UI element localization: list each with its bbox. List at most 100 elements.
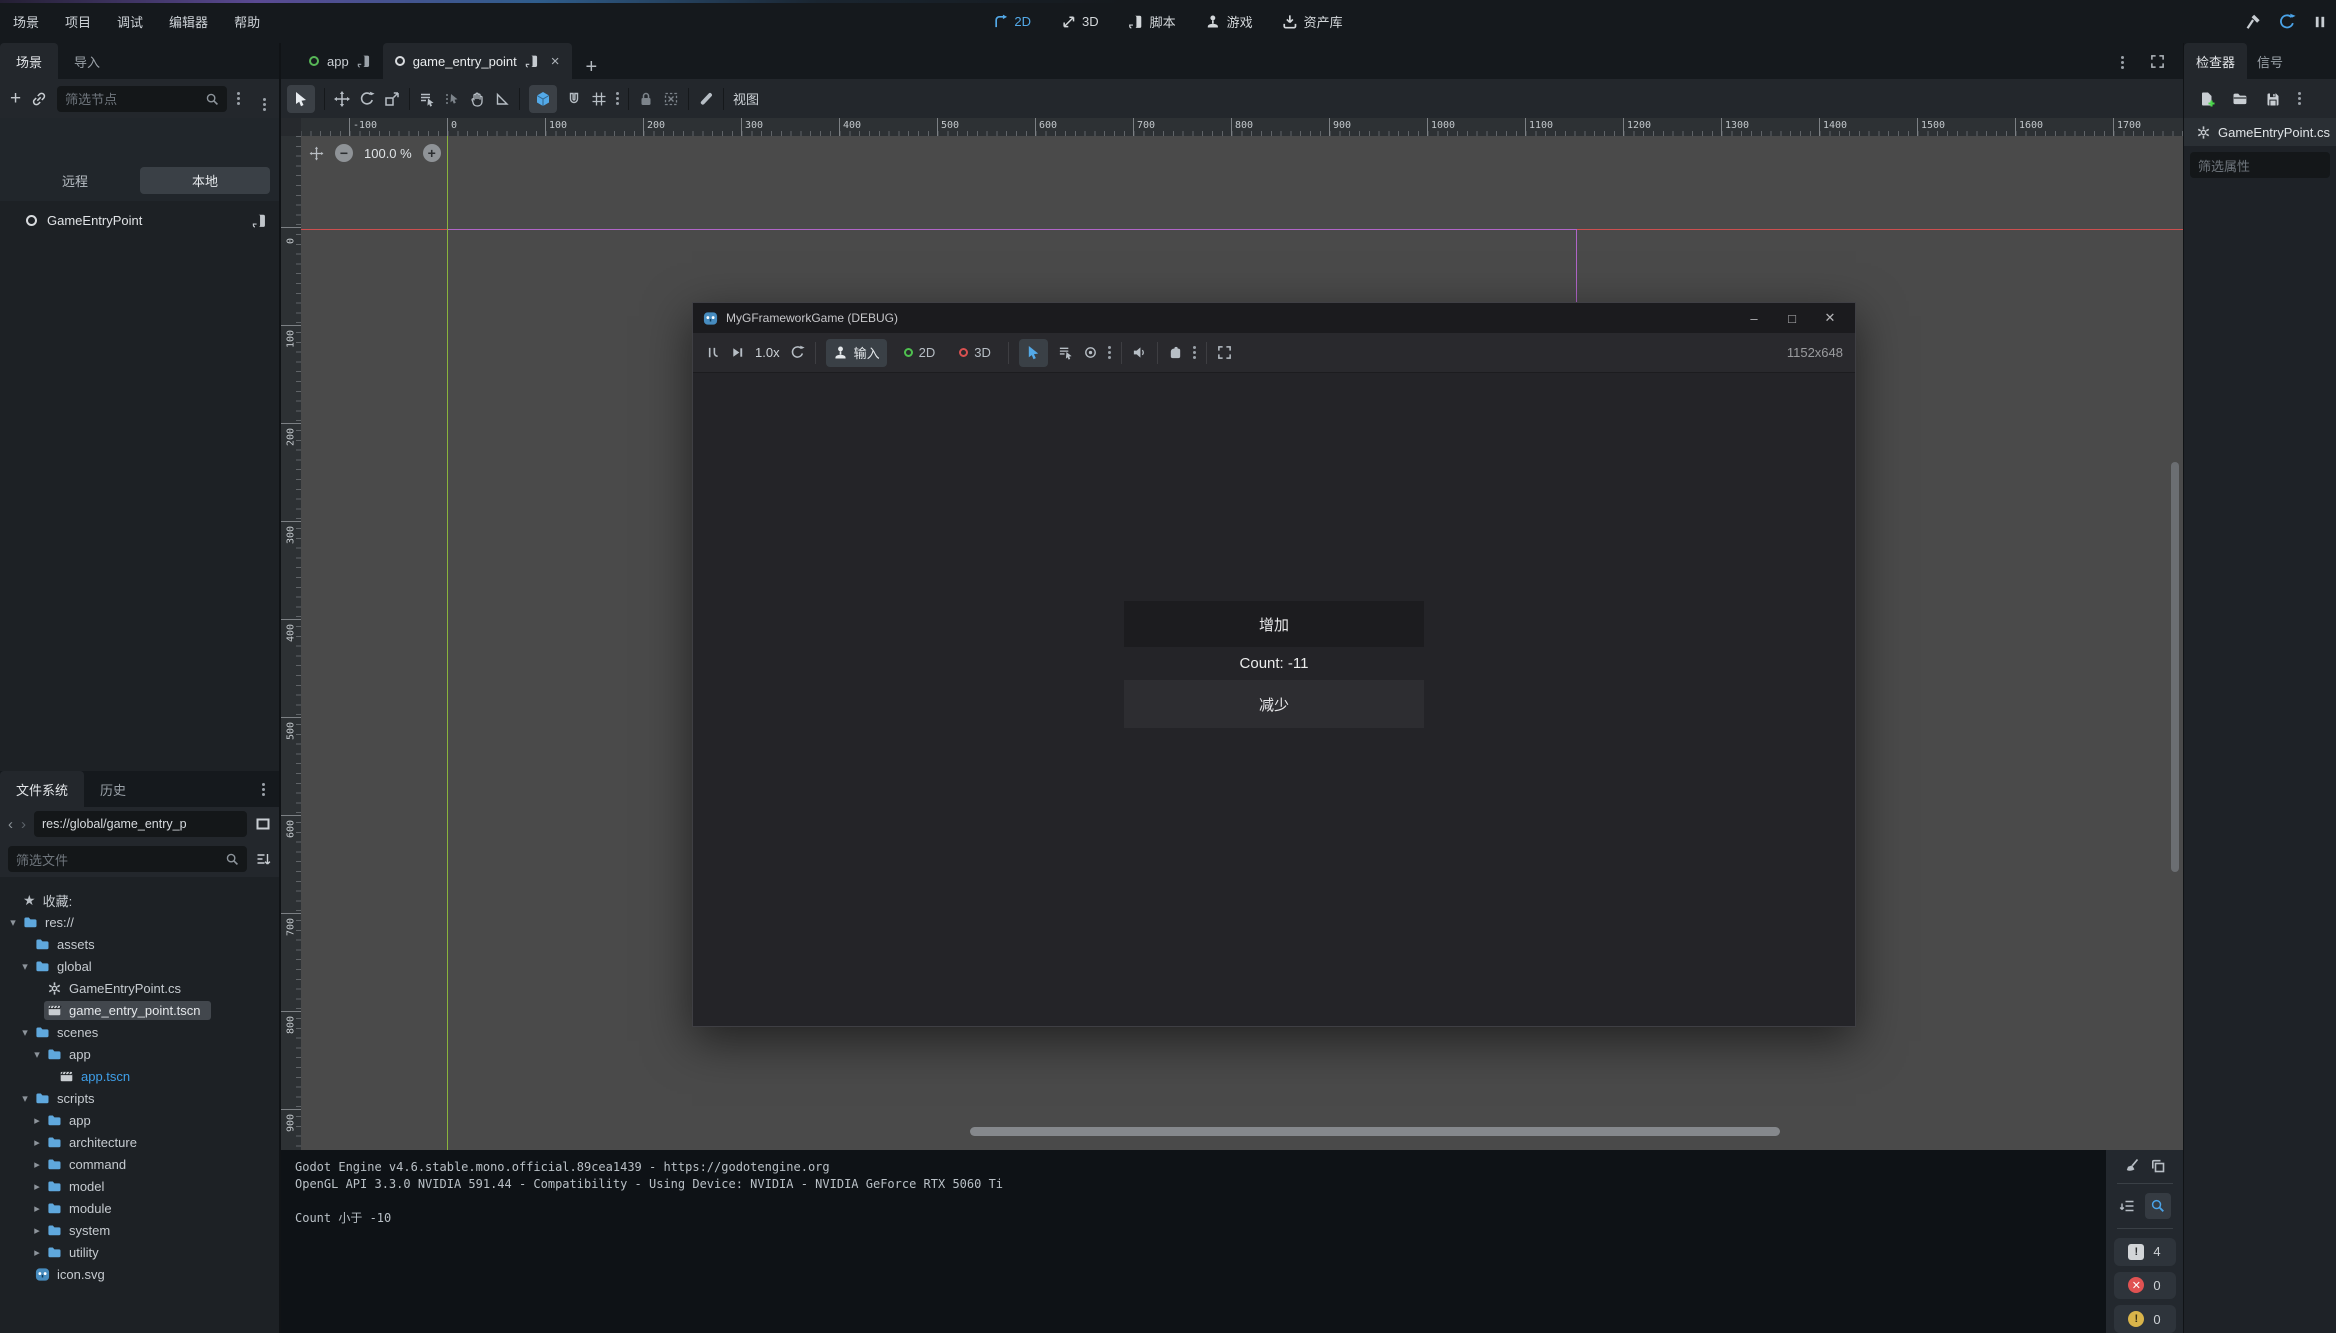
- grid-toggle-icon[interactable]: [591, 91, 607, 107]
- expand-arrow-icon[interactable]: ▸: [30, 1246, 44, 1259]
- tree-row-favorites[interactable]: ★收藏:: [0, 889, 279, 911]
- speed-value[interactable]: 1.0x: [755, 345, 780, 360]
- search-output-button[interactable]: [2145, 1193, 2171, 1219]
- tree-row-scenes[interactable]: ▾scenes: [0, 1021, 279, 1043]
- scene-dock-menu-icon[interactable]: [263, 103, 266, 106]
- zoom-in-button[interactable]: +: [423, 144, 441, 162]
- editor-layout-menu-icon[interactable]: [2121, 61, 2124, 64]
- tab-import[interactable]: 导入: [58, 43, 116, 79]
- expand-arrow-icon[interactable]: ▸: [30, 1224, 44, 1237]
- workspace-3d-button[interactable]: 3D: [1061, 14, 1099, 29]
- split-view-icon[interactable]: [255, 816, 271, 832]
- ruler-tool-icon[interactable]: [494, 91, 510, 107]
- menu-help[interactable]: 帮助: [221, 0, 273, 43]
- remote-button[interactable]: 远程: [10, 167, 140, 194]
- select-options-menu-icon[interactable]: [1108, 351, 1111, 354]
- edited-object-row[interactable]: GameEntryPoint.cs: [2184, 118, 2336, 146]
- pause-icon[interactable]: [2312, 14, 2328, 30]
- overlay-icon[interactable]: [1168, 345, 1183, 360]
- tab-signals[interactable]: 信号: [2247, 43, 2293, 79]
- zoom-level[interactable]: 100.0 %: [364, 146, 412, 161]
- workspace-2d-button[interactable]: 2D: [993, 14, 1031, 29]
- select-behind-tool-icon[interactable]: [444, 91, 460, 107]
- tree-row-scenes-app[interactable]: ▾app: [0, 1043, 279, 1065]
- fullscreen-icon[interactable]: [1217, 345, 1232, 360]
- zoom-out-button[interactable]: −: [335, 144, 353, 162]
- lock-selected-icon[interactable]: [638, 91, 654, 107]
- collapse-arrow-icon[interactable]: ▾: [6, 916, 20, 929]
- view-menu-button[interactable]: 视图: [733, 89, 759, 108]
- reload-icon[interactable]: [2278, 13, 2296, 31]
- next-frame-icon[interactable]: [730, 345, 745, 360]
- decrease-button[interactable]: 减少: [1124, 680, 1424, 728]
- list-select-tool-icon[interactable]: [419, 91, 435, 107]
- debug-3d-button[interactable]: 3D: [952, 339, 998, 367]
- debug-select-button[interactable]: [1019, 339, 1048, 367]
- menu-scene[interactable]: 场景: [0, 0, 52, 43]
- game-window-titlebar[interactable]: MyGFrameworkGame (DEBUG) – □ ✕: [693, 303, 1855, 333]
- tab-scene[interactable]: 场景: [0, 43, 58, 79]
- filter-nodes-input[interactable]: 筛选节点: [57, 86, 227, 112]
- clear-output-icon[interactable]: [2124, 1158, 2140, 1174]
- select-tool-button[interactable]: [287, 85, 315, 113]
- vertical-scrollbar[interactable]: [2171, 462, 2179, 872]
- menu-editor[interactable]: 编辑器: [156, 0, 221, 43]
- tree-row-assets[interactable]: assets: [0, 933, 279, 955]
- collapse-arrow-icon[interactable]: ▾: [18, 1026, 32, 1039]
- copy-output-icon[interactable]: [2150, 1158, 2166, 1174]
- tree-row-model[interactable]: ▸model: [0, 1175, 279, 1197]
- tree-row-global[interactable]: ▾global: [0, 955, 279, 977]
- attached-script-icon[interactable]: [252, 213, 267, 228]
- collapse-arrow-icon[interactable]: ▾: [18, 960, 32, 973]
- tree-row-scripts-app[interactable]: ▸app: [0, 1109, 279, 1131]
- path-field[interactable]: res://global/game_entry_p: [34, 811, 247, 837]
- tree-row-utility[interactable]: ▸utility: [0, 1241, 279, 1263]
- message-count-badge[interactable]: ! 4: [2114, 1238, 2176, 1266]
- overlay-menu-icon[interactable]: [1193, 351, 1196, 354]
- grid-snap-icon[interactable]: [566, 91, 582, 107]
- maximize-icon[interactable]: □: [1777, 311, 1807, 326]
- remote-debug-tool-icon[interactable]: [2245, 13, 2262, 30]
- save-resource-icon[interactable]: [2265, 91, 2281, 107]
- add-node-button[interactable]: +: [10, 89, 21, 108]
- menu-debug[interactable]: 调试: [104, 0, 156, 43]
- move-tool-icon[interactable]: [334, 91, 350, 107]
- filter-properties-input[interactable]: 筛选属性: [2190, 152, 2330, 178]
- camera-override-icon[interactable]: [1083, 345, 1098, 360]
- pan-tool-icon[interactable]: [469, 91, 485, 107]
- expand-arrow-icon[interactable]: ▸: [30, 1114, 44, 1127]
- tree-row-module[interactable]: ▸module: [0, 1197, 279, 1219]
- list-select-icon[interactable]: [1058, 345, 1073, 360]
- tree-row-architecture[interactable]: ▸architecture: [0, 1131, 279, 1153]
- collapse-arrow-icon[interactable]: ▾: [18, 1092, 32, 1105]
- new-resource-icon[interactable]: [2199, 91, 2215, 107]
- rotate-tool-icon[interactable]: [359, 91, 375, 107]
- tree-row-command[interactable]: ▸command: [0, 1153, 279, 1175]
- tree-row-app-tscn[interactable]: app.tscn: [0, 1065, 279, 1087]
- scale-tool-icon[interactable]: [384, 91, 400, 107]
- tree-row-gameentrypoint-cs[interactable]: GameEntryPoint.cs: [0, 977, 279, 999]
- expand-arrow-icon[interactable]: ▸: [30, 1180, 44, 1193]
- tree-row-icon-svg[interactable]: icon.svg: [0, 1263, 279, 1285]
- tab-history[interactable]: 历史: [84, 771, 142, 807]
- sort-files-icon[interactable]: [255, 851, 271, 867]
- inspector-menu-icon[interactable]: [2298, 97, 2301, 100]
- expand-arrow-icon[interactable]: ▸: [30, 1158, 44, 1171]
- workspace-script-button[interactable]: 脚本: [1129, 12, 1176, 31]
- tree-row-scripts[interactable]: ▾scripts: [0, 1087, 279, 1109]
- tree-row-game-entry-point-tscn[interactable]: game_entry_point.tscn: [0, 999, 279, 1021]
- menu-project[interactable]: 项目: [52, 0, 104, 43]
- center-view-icon[interactable]: [309, 146, 324, 161]
- group-selected-icon[interactable]: [663, 91, 679, 107]
- nav-back-icon[interactable]: ‹: [8, 816, 13, 833]
- collapse-messages-icon[interactable]: [2119, 1198, 2135, 1214]
- reset-speed-icon[interactable]: [790, 345, 805, 360]
- local-button[interactable]: 本地: [140, 167, 270, 194]
- new-scene-tab-button[interactable]: +: [586, 56, 598, 79]
- tab-filesystem[interactable]: 文件系统: [0, 771, 84, 807]
- scene-tab-game-entry-point[interactable]: game_entry_point ×: [383, 43, 572, 79]
- expand-canvas-icon[interactable]: [2150, 54, 2165, 69]
- close-icon[interactable]: ✕: [1815, 310, 1845, 326]
- instance-link-icon[interactable]: [31, 91, 47, 107]
- expand-arrow-icon[interactable]: ▸: [30, 1136, 44, 1149]
